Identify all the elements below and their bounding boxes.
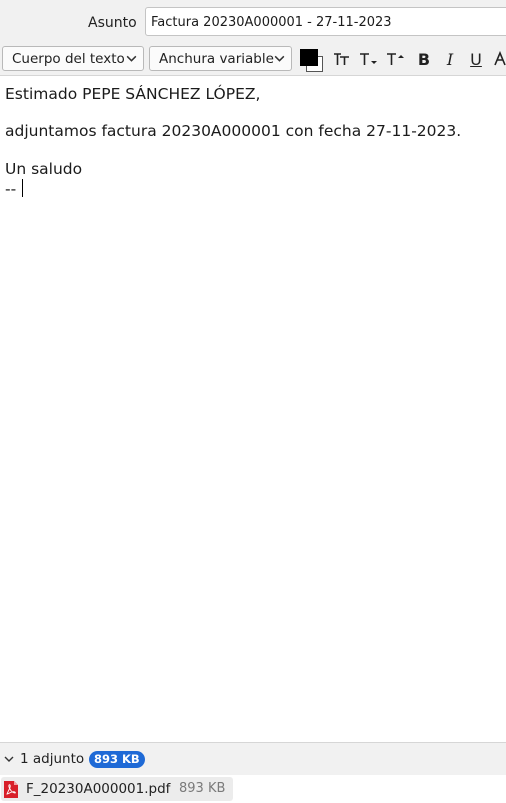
text-style-icon xyxy=(494,51,506,66)
attachment-name: F_20230A000001.pdf xyxy=(26,781,171,797)
decrease-font-size-icon xyxy=(360,53,377,65)
subject-label: Asunto xyxy=(88,15,137,31)
increase-font-size-icon xyxy=(387,53,404,65)
pdf-icon xyxy=(4,781,18,798)
signature-separator: -- xyxy=(5,180,17,198)
text-color-button[interactable] xyxy=(298,48,324,72)
font-size-reset-button[interactable] xyxy=(331,47,353,71)
font-value: Anchura variable xyxy=(159,51,274,67)
italic-button[interactable]: I xyxy=(439,47,461,71)
increase-font-size-button[interactable] xyxy=(385,47,407,71)
font-size-icon xyxy=(334,53,349,65)
subject-row: Asunto Factura 20230A000001 - 27-11-2023 xyxy=(0,0,506,44)
message-editor[interactable]: Estimado PEPE SÁNCHEZ LÓPEZ, adjuntamos … xyxy=(0,76,506,741)
formatting-toolbar: Cuerpo del texto Anchura variable B I U xyxy=(0,44,506,76)
closing-line: Un saludo xyxy=(5,160,83,178)
decrease-font-size-button[interactable] xyxy=(358,47,380,71)
attachment-item[interactable]: F_20230A000001.pdf 893 KB xyxy=(1,777,233,801)
font-select[interactable]: Anchura variable xyxy=(149,46,292,71)
attachment-size-badge: 893 KB xyxy=(89,751,145,768)
chevron-down-icon xyxy=(126,55,137,62)
attachment-count: 1 adjunto xyxy=(20,751,85,767)
attachment-list: F_20230A000001.pdf 893 KB xyxy=(0,775,506,803)
text-caret xyxy=(22,179,24,197)
greeting-line: Estimado PEPE SÁNCHEZ LÓPEZ, xyxy=(5,85,261,103)
underline-button[interactable]: U xyxy=(465,47,487,71)
subject-input[interactable]: Factura 20230A000001 - 27-11-2023 xyxy=(145,7,506,36)
signature-line: -- xyxy=(5,179,24,199)
message-line: adjuntamos factura 20230A000001 con fech… xyxy=(5,122,462,140)
attachment-size: 893 KB xyxy=(179,781,226,796)
paragraph-format-value: Cuerpo del texto xyxy=(12,51,125,67)
attachment-bar[interactable]: 1 adjunto 893 KB xyxy=(0,742,506,776)
chevron-down-icon xyxy=(274,55,285,62)
more-formatting-button[interactable] xyxy=(492,47,506,71)
chevron-down-icon[interactable] xyxy=(3,753,15,765)
bold-button[interactable]: B xyxy=(413,47,435,71)
text-color-swatch[interactable] xyxy=(300,49,318,66)
paragraph-format-select[interactable]: Cuerpo del texto xyxy=(2,46,144,71)
